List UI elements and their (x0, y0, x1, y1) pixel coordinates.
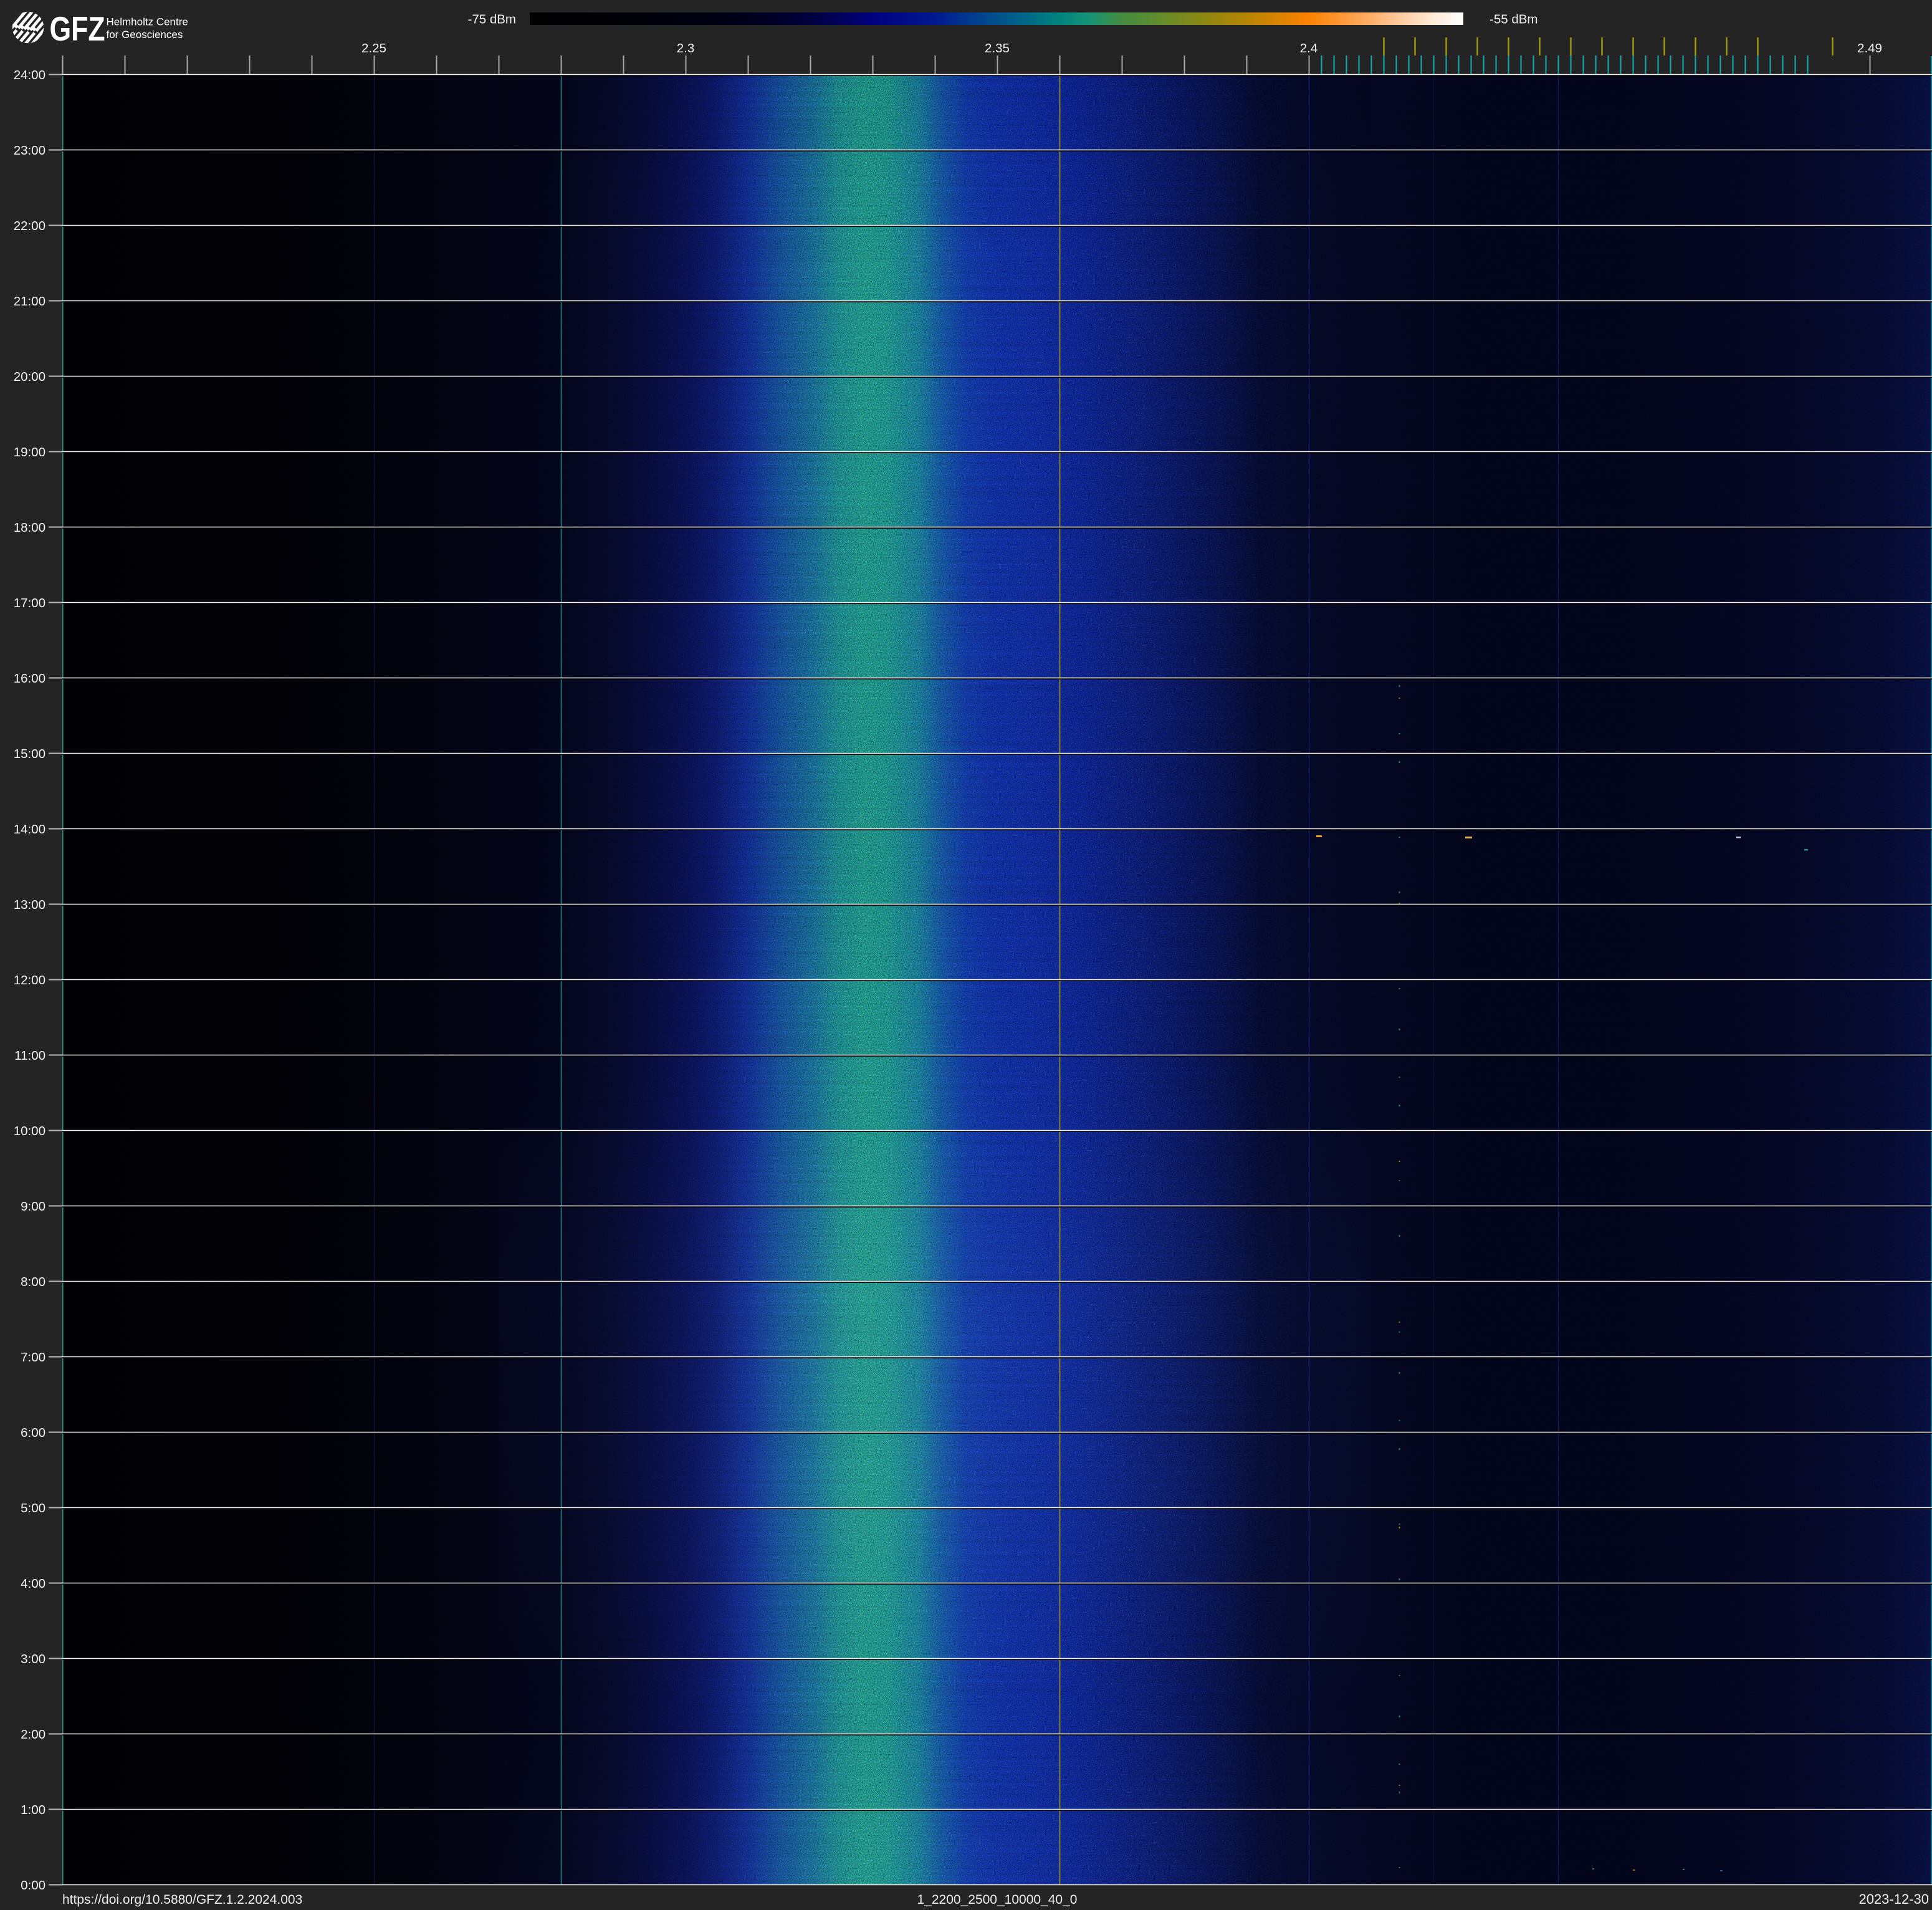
svg-text:16:00: 16:00 (14, 671, 45, 686)
svg-text:4:00: 4:00 (21, 1576, 45, 1591)
svg-text:18:00: 18:00 (14, 521, 45, 535)
svg-text:24:00: 24:00 (14, 68, 45, 82)
svg-text:10:00: 10:00 (14, 1124, 45, 1138)
svg-text:5:00: 5:00 (21, 1501, 45, 1515)
svg-text:11:00: 11:00 (14, 1049, 45, 1063)
svg-text:https://doi.org/10.5880/GFZ.1.: https://doi.org/10.5880/GFZ.1.2.2024.003 (62, 1893, 302, 1907)
svg-text:-55 dBm: -55 dBm (1490, 12, 1537, 27)
svg-text:15:00: 15:00 (14, 747, 45, 761)
svg-text:2.49: 2.49 (1857, 41, 1882, 55)
svg-text:2.35: 2.35 (985, 41, 1010, 55)
svg-text:2:00: 2:00 (21, 1727, 45, 1742)
svg-text:0:00: 0:00 (21, 1878, 45, 1893)
svg-text:2.4: 2.4 (1300, 41, 1318, 55)
svg-text:Helmholtz Centre: Helmholtz Centre (107, 16, 188, 28)
svg-text:6:00: 6:00 (21, 1426, 45, 1440)
svg-text:1:00: 1:00 (21, 1803, 45, 1817)
svg-text:21:00: 21:00 (14, 294, 45, 309)
svg-text:2023-12-30: 2023-12-30 (1858, 1891, 1929, 1907)
svg-text:12:00: 12:00 (14, 973, 45, 987)
svg-text:22:00: 22:00 (14, 219, 45, 233)
svg-text:23:00: 23:00 (14, 143, 45, 158)
svg-text:13:00: 13:00 (14, 898, 45, 912)
svg-text:20:00: 20:00 (14, 370, 45, 384)
svg-text:2.3: 2.3 (677, 41, 695, 55)
svg-text:7:00: 7:00 (21, 1350, 45, 1365)
svg-text:GFZ: GFZ (50, 9, 105, 48)
svg-text:19:00: 19:00 (14, 445, 45, 459)
svg-text:2.25: 2.25 (361, 41, 386, 55)
svg-text:17:00: 17:00 (14, 596, 45, 610)
svg-text:14:00: 14:00 (14, 822, 45, 837)
svg-text:3:00: 3:00 (21, 1652, 45, 1666)
svg-text:9:00: 9:00 (21, 1199, 45, 1214)
svg-text:-75 dBm: -75 dBm (468, 12, 516, 27)
svg-text:1_2200_2500_10000_40_0: 1_2200_2500_10000_40_0 (917, 1893, 1078, 1907)
svg-text:8:00: 8:00 (21, 1275, 45, 1289)
svg-text:for Geosciences: for Geosciences (107, 29, 183, 41)
